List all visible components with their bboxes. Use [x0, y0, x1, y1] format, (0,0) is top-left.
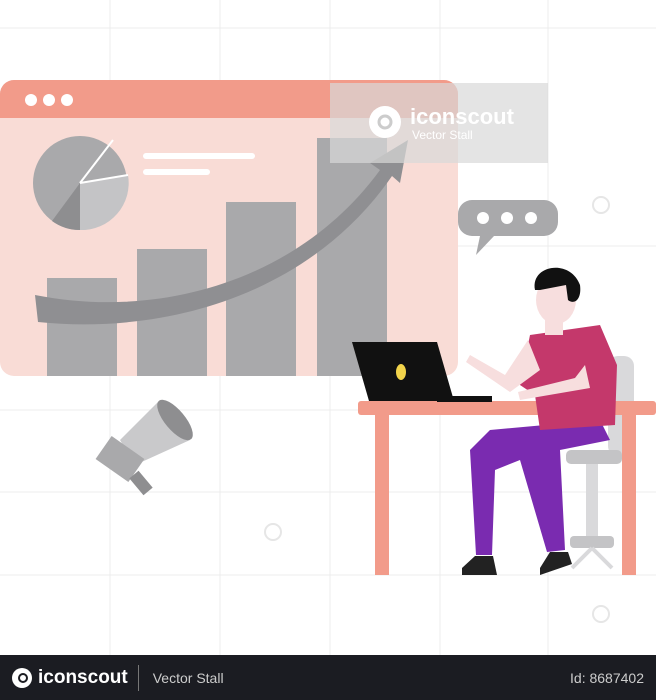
watermark-logo-icon: [369, 106, 401, 138]
footer-author[interactable]: Vector Stall: [153, 670, 224, 686]
speech-bubble-icon: [458, 200, 558, 255]
business-growth-illustration: [0, 0, 656, 655]
illustration: iconscout Vector Stall iconscout Vector …: [0, 0, 656, 700]
text-line: [143, 153, 255, 159]
watermark-brand: iconscout: [410, 104, 514, 129]
divider: [137, 664, 139, 691]
footer-brand: iconscout: [38, 666, 128, 688]
text-line: [143, 169, 210, 175]
image-id: Id: 8687402: [570, 669, 644, 686]
iconscout-logo-icon: [12, 667, 32, 688]
laptop-icon: [352, 342, 492, 402]
watermark-author: Vector Stall: [412, 128, 473, 142]
footer-bar: iconscout Vector Stall Id: 8687402: [0, 655, 656, 700]
iconscout-logo[interactable]: iconscout: [12, 667, 128, 689]
